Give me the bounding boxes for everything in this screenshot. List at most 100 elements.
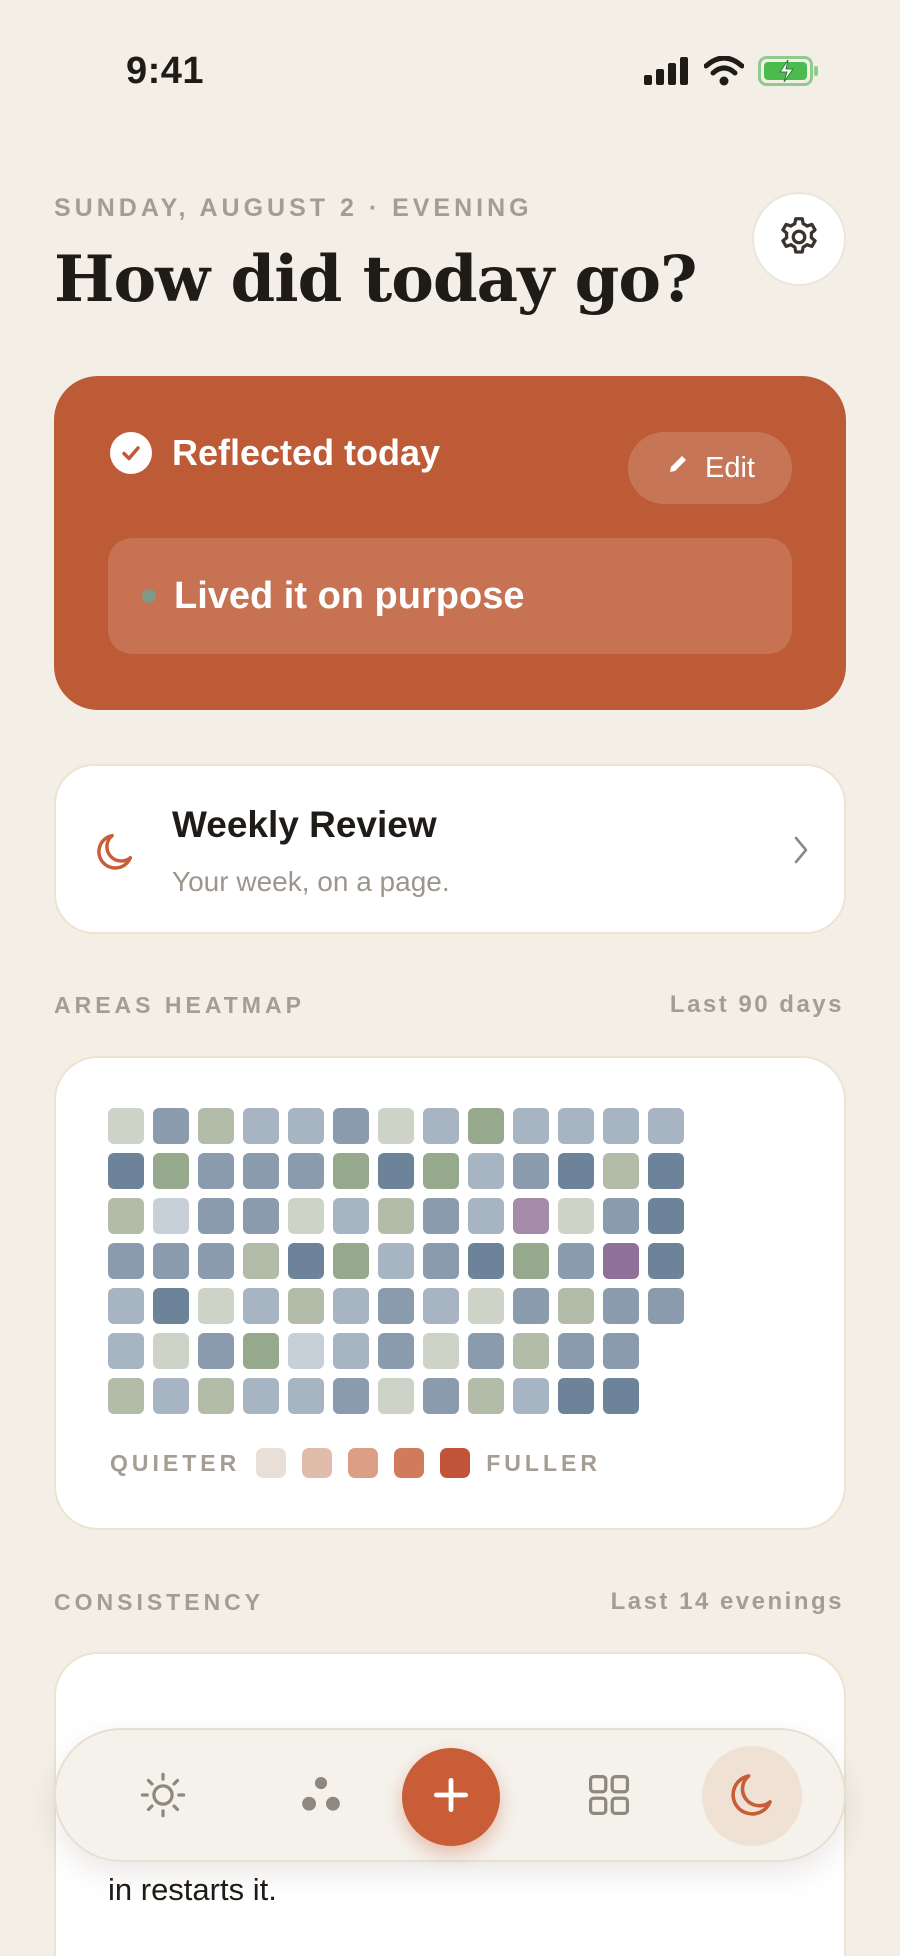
edit-label: Edit — [705, 451, 755, 484]
heatmap-cell — [513, 1198, 549, 1234]
status-icons — [644, 55, 820, 91]
date-line: SUNDAY, AUGUST 2 · EVENING — [54, 194, 533, 222]
status-time: 9:41 — [126, 50, 205, 92]
pencil-icon — [665, 451, 691, 485]
heatmap-cell — [153, 1333, 189, 1369]
heatmap-cell — [423, 1198, 459, 1234]
areas-dots-icon — [295, 1769, 347, 1826]
heatmap-cell — [603, 1198, 639, 1234]
heatmap-cell — [288, 1198, 324, 1234]
reflection-status-label: Reflected today — [172, 432, 441, 473]
heatmap-cell — [198, 1333, 234, 1369]
heatmap-cell — [648, 1108, 684, 1144]
heatmap-cell — [378, 1288, 414, 1324]
heatmap-section-label: AREAS HEATMAP — [54, 992, 305, 1018]
battery-charging-icon — [758, 56, 820, 91]
legend-high-label: FULLER — [486, 1449, 601, 1476]
heatmap-cell — [423, 1288, 459, 1324]
heatmap-cell — [603, 1108, 639, 1144]
heatmap-cell — [423, 1153, 459, 1189]
heatmap-cell — [468, 1378, 504, 1414]
heatmap-cell — [378, 1153, 414, 1189]
weekly-review-card[interactable]: Weekly Review Your week, on a page. — [54, 764, 846, 934]
heatmap-cell — [558, 1243, 594, 1279]
heatmap-cell — [333, 1243, 369, 1279]
heatmap-cell — [468, 1153, 504, 1189]
heatmap-cell — [333, 1378, 369, 1414]
heatmap-cell — [243, 1333, 279, 1369]
heatmap-cell — [333, 1108, 369, 1144]
tab-bar — [54, 1728, 846, 1862]
heatmap-cell — [603, 1243, 639, 1279]
heatmap-cell — [513, 1153, 549, 1189]
heatmap-cell — [153, 1243, 189, 1279]
heatmap-cell — [108, 1108, 144, 1144]
heatmap-cell — [648, 1243, 684, 1279]
heatmap-cell — [288, 1153, 324, 1189]
heatmap-cell — [558, 1288, 594, 1324]
grid-icon — [583, 1769, 635, 1826]
add-entry-button[interactable] — [402, 1748, 500, 1846]
heatmap-cell — [333, 1153, 369, 1189]
heatmap-cell — [603, 1378, 639, 1414]
heatmap-cell — [153, 1153, 189, 1189]
heatmap-range-label: Last 90 days — [669, 991, 844, 1018]
plus-icon — [429, 1773, 473, 1822]
tab-overview[interactable] — [570, 1758, 648, 1836]
edit-button[interactable]: Edit — [628, 432, 792, 504]
heatmap-cell — [288, 1108, 324, 1144]
heatmap-cell — [243, 1108, 279, 1144]
heatmap-cell — [243, 1243, 279, 1279]
heatmap-cell — [648, 1153, 684, 1189]
heatmap-cell — [153, 1378, 189, 1414]
heatmap-cell — [513, 1108, 549, 1144]
heatmap-cell — [468, 1288, 504, 1324]
wifi-icon — [703, 55, 745, 91]
heatmap-cell — [108, 1153, 144, 1189]
heatmap-cell — [288, 1243, 324, 1279]
heatmap-cell — [243, 1378, 279, 1414]
heatmap-cell — [108, 1198, 144, 1234]
legend-low-label: QUIETER — [110, 1449, 241, 1476]
intention-dot-icon — [142, 589, 156, 603]
heatmap-cell — [423, 1243, 459, 1279]
cellular-signal-icon — [644, 57, 690, 90]
heatmap-cell — [108, 1288, 144, 1324]
heatmap-cell — [558, 1198, 594, 1234]
weekly-review-subtitle: Your week, on a page. — [172, 866, 450, 897]
heatmap-cell — [198, 1288, 234, 1324]
heatmap-cell — [153, 1198, 189, 1234]
status-bar: 9:41 — [0, 0, 900, 140]
heatmap-cell — [198, 1378, 234, 1414]
heatmap-cell — [108, 1333, 144, 1369]
tab-evening[interactable] — [702, 1746, 802, 1846]
heatmap-cell — [288, 1288, 324, 1324]
heatmap-cell — [333, 1333, 369, 1369]
tab-areas[interactable] — [282, 1758, 360, 1836]
heatmap-cell — [333, 1198, 369, 1234]
heatmap-cell — [648, 1198, 684, 1234]
reflection-status: Reflected today — [110, 432, 440, 474]
tab-today[interactable] — [124, 1758, 202, 1836]
heatmap-cell — [198, 1108, 234, 1144]
consistency-text: in restarts it. — [108, 1872, 277, 1907]
heatmap-cell — [468, 1108, 504, 1144]
heatmap-cell — [243, 1198, 279, 1234]
moon-icon — [725, 1767, 779, 1826]
settings-button[interactable] — [752, 192, 846, 286]
heatmap-cell — [558, 1108, 594, 1144]
chevron-right-icon — [790, 834, 812, 871]
consistency-range-label: Last 14 evenings — [610, 1588, 844, 1615]
heatmap-cell — [378, 1333, 414, 1369]
heatmap-cell — [468, 1333, 504, 1369]
sun-icon — [137, 1769, 189, 1826]
moon-icon — [92, 828, 138, 879]
heatmap-cell — [513, 1378, 549, 1414]
heatmap-cell — [603, 1288, 639, 1324]
check-icon — [110, 432, 152, 474]
heatmap-cell — [378, 1198, 414, 1234]
heatmap-cell — [198, 1198, 234, 1234]
app-screen: 9:41 SUNDAY, AUGUST 2 · EVENING How did … — [0, 0, 900, 1956]
page-title: How did today go? — [54, 242, 697, 317]
heatmap-cell — [243, 1288, 279, 1324]
